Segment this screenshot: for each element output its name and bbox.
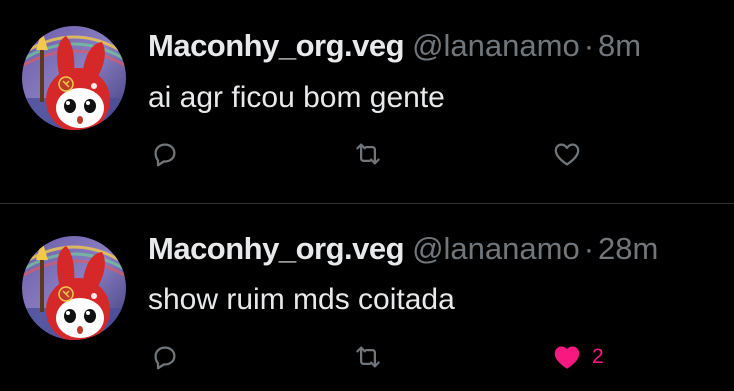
avatar[interactable] [22, 236, 126, 340]
like-button[interactable]: 2 [552, 337, 604, 377]
timestamp[interactable]: 8m [598, 28, 641, 63]
tweet-actions: 2 [148, 337, 708, 377]
heart-icon [552, 139, 582, 169]
retweet-icon [352, 139, 384, 169]
handle[interactable]: @lananamo [412, 28, 580, 63]
display-name[interactable]: Maconhy_org.veg [148, 231, 405, 266]
retweet-icon [352, 342, 384, 372]
handle[interactable]: @lananamo [412, 231, 580, 266]
tweet-text: ai agr ficou bom gente [148, 81, 445, 114]
tweet-header: Maconhy_org.veg @lananamo · 28m [148, 231, 658, 267]
tweet-actions [148, 134, 708, 174]
reply-button[interactable] [150, 134, 180, 174]
tweet[interactable]: Maconhy_org.veg @lananamo · 8m ai agr ficou… [0, 0, 734, 203]
like-button[interactable] [552, 134, 582, 174]
reply-icon [150, 139, 180, 169]
heart-icon [552, 342, 582, 372]
separator: · [583, 28, 595, 63]
timestamp[interactable]: 28m [598, 231, 658, 266]
separator: · [583, 231, 595, 266]
like-count: 2 [592, 345, 604, 368]
reply-icon [150, 342, 180, 372]
tweet[interactable]: Maconhy_org.veg @lananamo · 28m show ruim m… [0, 204, 734, 391]
reply-button[interactable] [150, 337, 180, 377]
retweet-button[interactable] [352, 134, 384, 174]
tweet-header: Maconhy_org.veg @lananamo · 8m [148, 28, 641, 64]
tweet-text: show ruim mds coitada [148, 283, 455, 316]
retweet-button[interactable] [352, 337, 384, 377]
avatar[interactable] [22, 26, 126, 130]
display-name[interactable]: Maconhy_org.veg [148, 28, 405, 63]
